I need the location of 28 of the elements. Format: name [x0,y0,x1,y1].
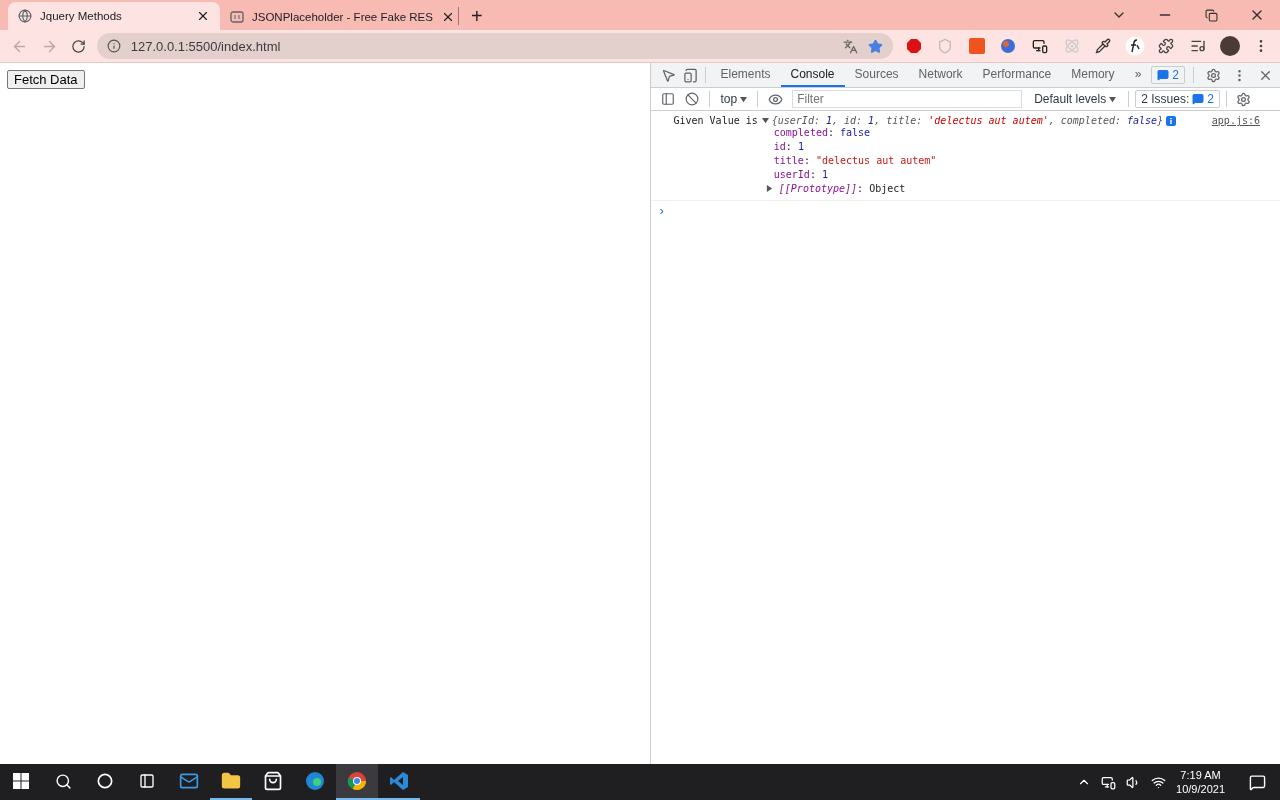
more-tabs-button[interactable]: » [1124,63,1152,87]
devtools-tab[interactable]: Sources [844,63,909,87]
issues-badge[interactable]: 2 Issues: 2 [1135,90,1220,108]
devtools-tab[interactable]: Console [780,63,845,87]
devtools-tab[interactable]: Elements [710,63,781,87]
prototype-row[interactable]: [[Prototype]]: Object [765,182,1208,196]
clock[interactable]: 7:19 AM 10/9/2021 [1176,768,1225,796]
devtools-tab[interactable]: Performance [972,63,1062,87]
context-select[interactable]: top [716,92,752,106]
messages-badge[interactable]: 2 [1151,66,1185,84]
devtools-tab[interactable]: Network [908,63,973,87]
property-row-text: title: "delectus aut autem" [773,154,938,168]
new-tab-button[interactable]: + [465,5,489,28]
log-label: Given Value is [673,115,758,126]
browser-tab[interactable]: JSONPlaceholder - Free Fake RES [220,4,452,30]
property-row-text: userId: 1 [773,168,829,182]
source-link[interactable]: app.js:6 [1211,115,1260,126]
levels-select[interactable]: Default levels [1028,92,1123,106]
address-bar[interactable]: 127.0.0.1:5500/index.html [96,33,893,59]
property-row-text: id: 1 [773,140,805,154]
property-row-text: completed: false [773,126,872,140]
filter-field[interactable]: Filter [792,90,1023,108]
console-prompt[interactable]: › [651,201,1280,220]
devtools-tab[interactable]: Memory [1061,63,1125,87]
fetch-data-button[interactable]: Fetch Data [7,70,85,89]
object-summary[interactable]: {userId: 1, id: 1, title: 'delectus aut autem', completed: false} [771,115,1164,126]
issues-count: 2 [1207,92,1214,106]
browser-tab[interactable]: Jquery Methods [8,2,220,30]
